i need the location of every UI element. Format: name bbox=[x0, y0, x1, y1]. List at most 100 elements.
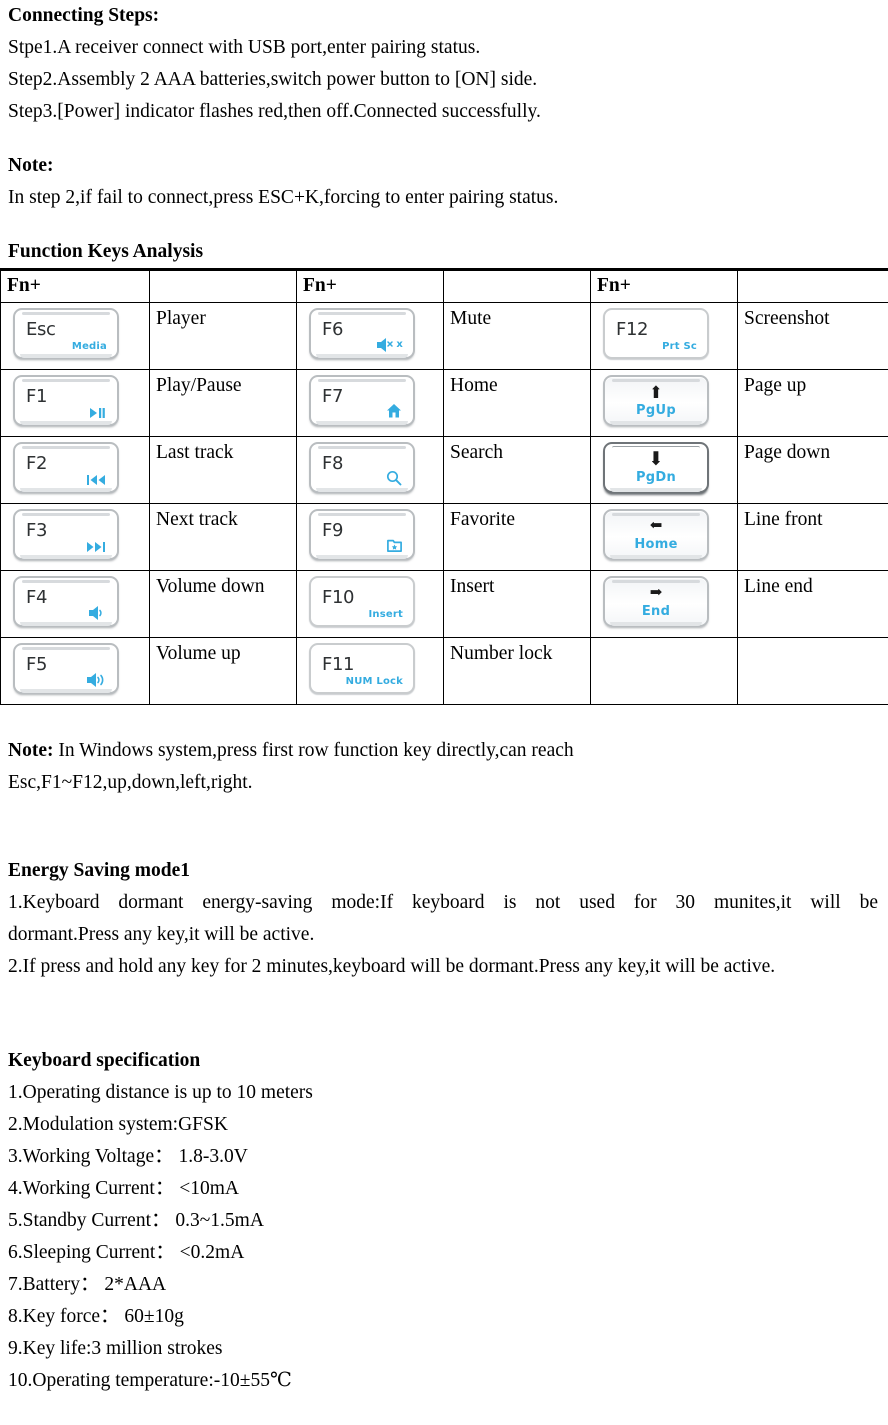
table-row: F2 Last track F8 Search ⬇ PgDn Page down bbox=[0, 436, 888, 504]
cell-label-col1: Play/Pause bbox=[149, 369, 297, 437]
keycap-f12: F12 Prt Sc bbox=[603, 308, 709, 359]
arrow-right-icon: ➡ bbox=[649, 584, 663, 601]
cell-label-col1: Volume down bbox=[149, 570, 297, 638]
keycap-sub bbox=[89, 606, 107, 620]
keycap-f4: F4 bbox=[13, 576, 119, 627]
keycap-main-label: F10 bbox=[322, 587, 355, 608]
cell-key-col1: F2 bbox=[0, 436, 150, 504]
cell-label-col2: Mute bbox=[443, 302, 591, 370]
spec-item: 9.Key life:3 million strokes bbox=[8, 1338, 223, 1359]
keycap-sub bbox=[87, 673, 107, 687]
function-keys-table: Fn+ Fn+ Fn+ Esc Media Player F6 x Mute F12 Prt … bbox=[0, 268, 888, 705]
keycap-main-label: F1 bbox=[26, 386, 48, 407]
cell-label-col3: Line end bbox=[737, 570, 888, 638]
keycap-main-label: F8 bbox=[322, 453, 344, 474]
note-windows-line1: Note: In Windows system,press first row … bbox=[0, 735, 888, 767]
connecting-step-2: Step2.Assembly 2 AAA batteries,switch po… bbox=[8, 69, 538, 90]
cell-label-col3 bbox=[737, 637, 888, 705]
keycap-sub-label: PgDn bbox=[635, 470, 677, 485]
cell-label-col2: Search bbox=[443, 436, 591, 504]
keycap-main-label: F9 bbox=[322, 520, 344, 541]
keyboard-specification-heading: Keyboard specification bbox=[8, 1050, 201, 1071]
cell-key-col3: ⬅ Home bbox=[590, 503, 738, 571]
table-row: F5 Volume up F11 NUM Lock Number lock bbox=[0, 637, 888, 705]
cell-label-col1: Last track bbox=[149, 436, 297, 504]
previous-track-icon bbox=[87, 474, 106, 486]
keycap-main-label: F11 bbox=[322, 654, 355, 675]
note-pairing-heading: Note: bbox=[8, 155, 54, 176]
keycap-sub: Insert bbox=[369, 610, 404, 620]
arrow-down-icon: ⬇ bbox=[648, 448, 664, 470]
keycap-sub bbox=[90, 407, 107, 419]
keycap-sub bbox=[386, 403, 403, 419]
keycap-sub: Media bbox=[72, 342, 107, 352]
keycap-sub-label: NUM Lock bbox=[345, 676, 403, 687]
col-header-fn-3: Fn+ bbox=[590, 269, 738, 303]
table-row: F4 Volume down F10 Insert Insert ➡ End Line end bbox=[0, 570, 888, 638]
keycap-sub: NUM Lock bbox=[346, 677, 403, 687]
keycap-f2: F2 bbox=[13, 442, 119, 493]
cell-key-col2: F11 NUM Lock bbox=[296, 637, 444, 705]
keycap-sub: Prt Sc bbox=[662, 342, 697, 352]
play-pause-icon bbox=[90, 407, 106, 419]
table-row: F1 Play/Pause F7 Home ⬆ PgUp Page up bbox=[0, 369, 888, 437]
keycap-esc: Esc Media bbox=[13, 308, 119, 359]
keycap-pgdn: ⬇ PgDn bbox=[603, 442, 709, 493]
cell-key-col2: F9 bbox=[296, 503, 444, 571]
keycap-sub-label: Media bbox=[71, 341, 107, 352]
col-header-blank-3 bbox=[737, 269, 888, 303]
note-windows-section: Note: In Windows system,press first row … bbox=[0, 735, 888, 799]
keycap-sub: x bbox=[377, 338, 403, 352]
keyboard-specification-section: Keyboard specification 1.Operating dista… bbox=[0, 1045, 888, 1397]
arrow-left-icon: ⬅ bbox=[649, 517, 663, 534]
note-pairing-text: In step 2,if fail to connect,press ESC+K… bbox=[8, 187, 559, 208]
cell-label-col2: Insert bbox=[443, 570, 591, 638]
keycap-main-label: F12 bbox=[616, 319, 649, 340]
keycap-stack: ⬇ PgDn bbox=[605, 448, 707, 485]
cell-key-col3: F12 Prt Sc bbox=[590, 302, 738, 370]
keycap-main-label: F6 bbox=[322, 319, 344, 340]
volume-up-icon bbox=[87, 673, 106, 687]
keycap-f5: F5 bbox=[13, 643, 119, 694]
cell-label-col3: Page up bbox=[737, 369, 888, 437]
table-row: Esc Media Player F6 x Mute F12 Prt Sc Screenshot bbox=[0, 302, 888, 370]
spec-item: 6.Sleeping Current： <0.2mA bbox=[8, 1242, 245, 1263]
function-keys-heading: Function Keys Analysis bbox=[8, 241, 204, 262]
note-windows-text: In Windows system,press first row functi… bbox=[53, 740, 574, 761]
table-body: Esc Media Player F6 x Mute F12 Prt Sc Screenshot… bbox=[0, 302, 888, 705]
table-row: F3 Next track F9 Favorite ⬅ Home Line front bbox=[0, 503, 888, 571]
cell-label-col1: Player bbox=[149, 302, 297, 370]
cell-key-col1: F1 bbox=[0, 369, 150, 437]
favorite-folder-icon bbox=[387, 538, 402, 553]
cell-label-col1: Next track bbox=[149, 503, 297, 571]
keycap-f7: F7 bbox=[309, 375, 415, 426]
keycap-f3: F3 bbox=[13, 509, 119, 560]
keycap-main-label: F5 bbox=[26, 654, 48, 675]
col-header-fn-2: Fn+ bbox=[296, 269, 444, 303]
keycap-sub bbox=[87, 541, 107, 553]
col-header-blank-2 bbox=[443, 269, 591, 303]
spec-item: 10.Operating temperature:-10±55℃ bbox=[8, 1370, 292, 1391]
keycap-main-label: F2 bbox=[26, 453, 48, 474]
energy-saving-item-1a: 1.Keyboard dormant energy-saving mode:If… bbox=[8, 892, 878, 913]
keycap-f6: F6 x bbox=[309, 308, 415, 359]
spec-item: 1.Operating distance is up to 10 meters bbox=[8, 1082, 313, 1103]
connecting-step-3: Step3.[Power] indicator flashes red,then… bbox=[8, 101, 541, 122]
spec-item: 7.Battery： 2*AAA bbox=[8, 1274, 167, 1295]
energy-saving-section: Energy Saving mode1 1.Keyboard dormant e… bbox=[0, 855, 888, 983]
keycap-pgup: ⬆ PgUp bbox=[603, 375, 709, 426]
col-header-blank-1 bbox=[149, 269, 297, 303]
spec-item: 4.Working Current： <10mA bbox=[8, 1178, 239, 1199]
home-house-icon bbox=[386, 403, 402, 419]
cell-label-col3: Page down bbox=[737, 436, 888, 504]
keycap-home: ⬅ Home bbox=[603, 509, 709, 560]
mute-icon bbox=[377, 338, 395, 352]
table-header-row: Fn+ Fn+ Fn+ bbox=[0, 269, 888, 303]
arrow-up-icon: ⬆ bbox=[648, 382, 664, 402]
keycap-sub-label: x bbox=[396, 339, 403, 350]
energy-saving-item-1b: dormant.Press any key,it will be active. bbox=[8, 924, 315, 945]
cell-key-col2: F7 bbox=[296, 369, 444, 437]
